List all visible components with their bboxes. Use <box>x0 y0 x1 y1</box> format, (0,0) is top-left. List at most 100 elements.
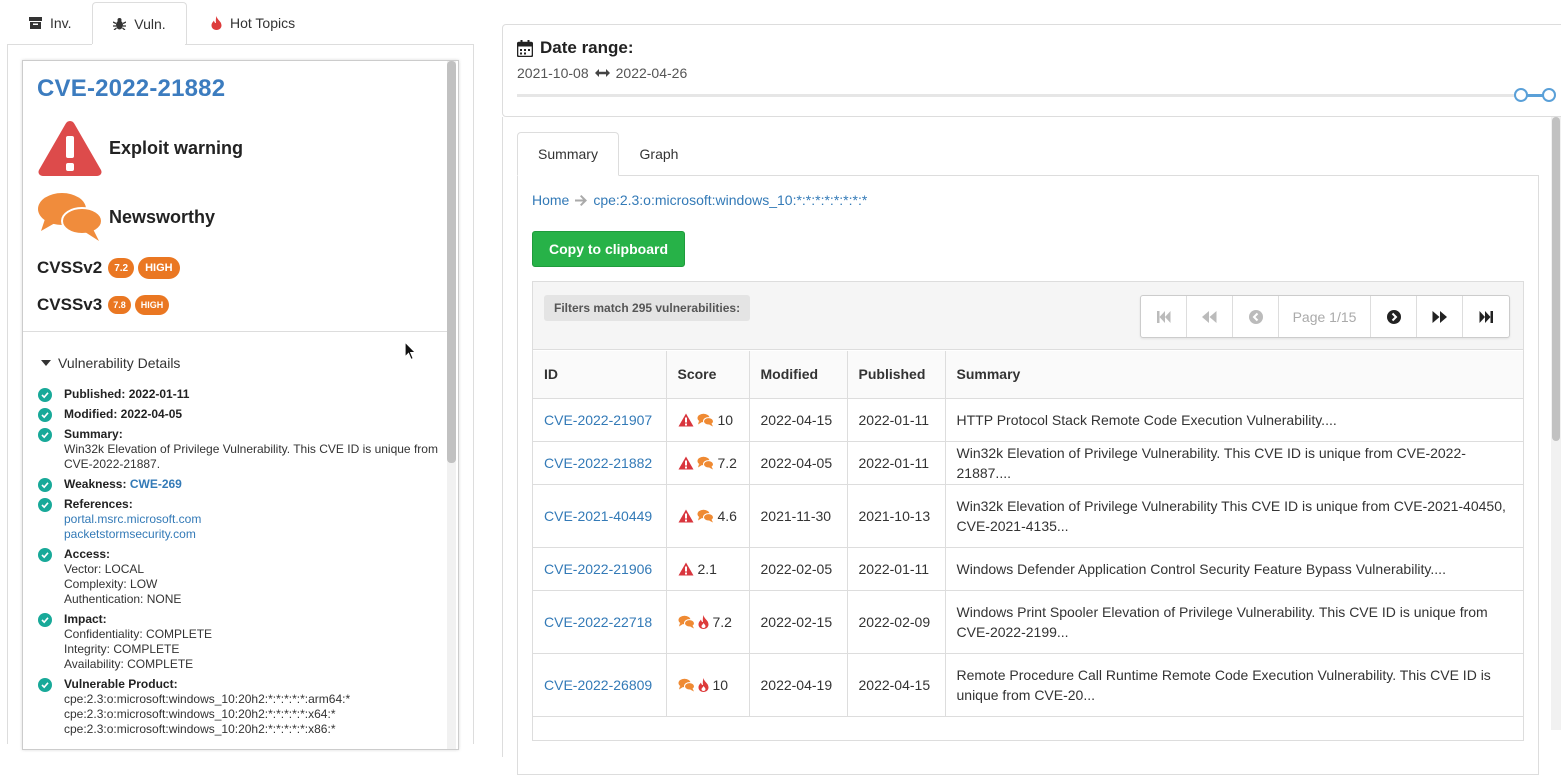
cve-link[interactable]: CVE-2022-21882 <box>544 455 652 471</box>
comments-icon <box>38 193 103 241</box>
check-circle-icon <box>38 548 52 562</box>
detail-references: References: portal.msrc.microsoft.com pa… <box>38 497 443 542</box>
cell-score: 10 <box>666 398 750 442</box>
table-row[interactable]: CVE-2021-40449 4.6 2021-11-30 2021-10-13 Win… <box>533 484 1523 548</box>
left-scrollbar[interactable] <box>447 61 456 749</box>
vulnerability-details-toggle[interactable]: Vulnerability Details <box>41 355 180 371</box>
column-header-modified[interactable]: Modified <box>749 351 848 399</box>
cvss-v2-label: CVSSv2 <box>37 258 103 277</box>
cell-id: CVE-2022-21906 <box>533 547 667 591</box>
cve-link[interactable]: CVE-2022-26809 <box>544 677 652 693</box>
table-row[interactable]: CVE-2022-21882 7.2 2022-04-05 2022-01-11 Win… <box>533 441 1523 485</box>
cell-modified: 2022-04-19 <box>749 653 848 717</box>
cve-link[interactable]: CVE-2022-22718 <box>544 614 652 630</box>
newsworthy-indicator: Newsworthy <box>37 191 215 243</box>
exploit-warning-label: Exploit warning <box>109 137 244 158</box>
cell-summary: Win32k Elevation of Privilege Vulnerabil… <box>945 484 1523 548</box>
published-value: 2022-01-11 <box>128 387 190 401</box>
table-row[interactable]: CVE-2022-21907 10 2022-04-15 2022-01-11 HTTP… <box>533 398 1523 442</box>
score-value: 10 <box>717 411 734 428</box>
comments-icon <box>697 456 714 469</box>
cell-published: 2022-01-11 <box>847 441 946 485</box>
score-indicator-icons <box>678 614 709 629</box>
reference-link[interactable]: packetstormsecurity.com <box>64 527 443 542</box>
cell-id: CVE-2022-21907 <box>533 398 667 442</box>
left-scrollbar-thumb[interactable] <box>447 61 456 463</box>
newsworthy-label: Newsworthy <box>109 206 216 227</box>
date-range-slider-track[interactable] <box>517 94 1549 97</box>
date-range-start: 2021-10-08 <box>517 65 589 81</box>
column-header-published[interactable]: Published <box>847 351 946 399</box>
table-row[interactable]: CVE-2022-21906 2.1 2022-02-05 2022-01-11 Win… <box>533 547 1523 591</box>
step-forward-icon <box>1479 310 1493 323</box>
next-pages-button[interactable] <box>1417 296 1463 337</box>
score-indicator-icons <box>678 456 714 470</box>
exploit-warning-icon <box>678 413 693 426</box>
cell-summary: HTTP Protocol Stack Remote Code Executio… <box>945 398 1523 442</box>
cve-title: CVE-2022-21882 <box>37 75 226 102</box>
column-header-id[interactable]: ID <box>533 351 667 399</box>
tab-vulnerabilities[interactable]: Vuln. <box>92 2 187 45</box>
cve-link[interactable]: CVE-2021-40449 <box>544 508 652 524</box>
tab-summary[interactable]: Summary <box>517 132 619 176</box>
comments-icon <box>697 413 714 426</box>
weakness-link[interactable]: CWE-269 <box>130 477 182 491</box>
detail-summary: Summary: Win32k Elevation of Privilege V… <box>38 427 443 472</box>
next-page-button[interactable] <box>1371 296 1417 337</box>
page-indicator: Page 1/15 <box>1279 296 1371 337</box>
first-page-button[interactable] <box>1141 296 1187 337</box>
impact-label: Impact: <box>64 612 107 626</box>
check-circle-icon <box>38 478 52 492</box>
main-scrollbar-thumb[interactable] <box>1552 117 1560 441</box>
date-range-start-handle[interactable] <box>1514 88 1528 102</box>
main-scrollbar[interactable] <box>1551 117 1561 730</box>
reference-link[interactable]: portal.msrc.microsoft.com <box>64 512 443 527</box>
cve-link[interactable]: CVE-2022-21907 <box>544 412 652 428</box>
cvss-v3-severity-badge: HIGH <box>134 295 170 315</box>
date-range-end-handle[interactable] <box>1542 88 1556 102</box>
cell-modified: 2022-02-05 <box>749 547 848 591</box>
cve-detail-card: CVE-2022-21882 Exploit warning Newsworth… <box>22 60 459 750</box>
score-value: 2.1 <box>697 560 717 577</box>
comments-icon <box>697 509 714 522</box>
copy-to-clipboard-button[interactable]: Copy to clipboard <box>532 231 685 267</box>
previous-pages-button[interactable] <box>1187 296 1233 337</box>
cell-modified: 2022-04-05 <box>749 441 848 485</box>
cell-published: 2022-01-11 <box>847 547 946 591</box>
tab-inventory[interactable]: Inv. <box>15 2 86 44</box>
table-row[interactable]: CVE-2022-26809 10 2022-04-19 2022-04-15 Remo… <box>533 653 1523 717</box>
comments-icon <box>678 615 695 628</box>
detail-access: Access: Vector: LOCAL Complexity: LOW Au… <box>38 547 443 607</box>
cve-link[interactable]: CVE-2022-21906 <box>544 561 652 577</box>
previous-page-button[interactable] <box>1233 296 1279 337</box>
cell-score: 7.2 <box>666 590 750 654</box>
vulnerability-table-container: Filters match 295 vulnerabilities: Page … <box>532 281 1524 741</box>
breadcrumb-home[interactable]: Home <box>532 192 569 208</box>
score-value: 7.2 <box>717 454 737 471</box>
tab-graph[interactable]: Graph <box>627 132 691 176</box>
last-page-button[interactable] <box>1463 296 1509 337</box>
cell-published: 2022-01-11 <box>847 398 946 442</box>
card-divider <box>23 331 448 332</box>
access-label: Access: <box>64 547 111 561</box>
tab-hot-topics-label: Hot Topics <box>230 15 296 31</box>
tab-hot-topics[interactable]: Hot Topics <box>197 2 309 44</box>
breadcrumb-current[interactable]: cpe:2.3:o:microsoft:windows_10:*:*:*:*:*… <box>593 192 867 208</box>
column-header-summary[interactable]: Summary <box>945 351 1523 399</box>
cell-modified: 2022-02-15 <box>749 590 848 654</box>
fast-forward-icon <box>1432 310 1447 323</box>
cell-id: CVE-2021-40449 <box>533 484 667 548</box>
vulnerability-table: ID Score Modified Published Summary CVE-… <box>533 351 1523 717</box>
table-row[interactable]: CVE-2022-22718 7.2 2022-02-15 2022-02-09 Win… <box>533 590 1523 654</box>
cvss-v2-severity-badge: HIGH <box>138 257 180 279</box>
top-tab-bar: Inv. Vuln. Hot Topics <box>7 2 473 45</box>
score-indicator-icons <box>678 562 694 576</box>
column-header-score[interactable]: Score <box>666 351 750 399</box>
table-header-row: ID Score Modified Published Summary <box>533 351 1523 399</box>
impact-confidentiality: Confidentiality: COMPLETE <box>64 627 213 641</box>
modified-label: Modified: <box>64 407 118 421</box>
exploit-warning-icon <box>678 562 693 575</box>
caret-down-icon <box>41 360 51 366</box>
score-indicator-icons <box>678 509 714 523</box>
cell-score: 2.1 <box>666 547 750 591</box>
